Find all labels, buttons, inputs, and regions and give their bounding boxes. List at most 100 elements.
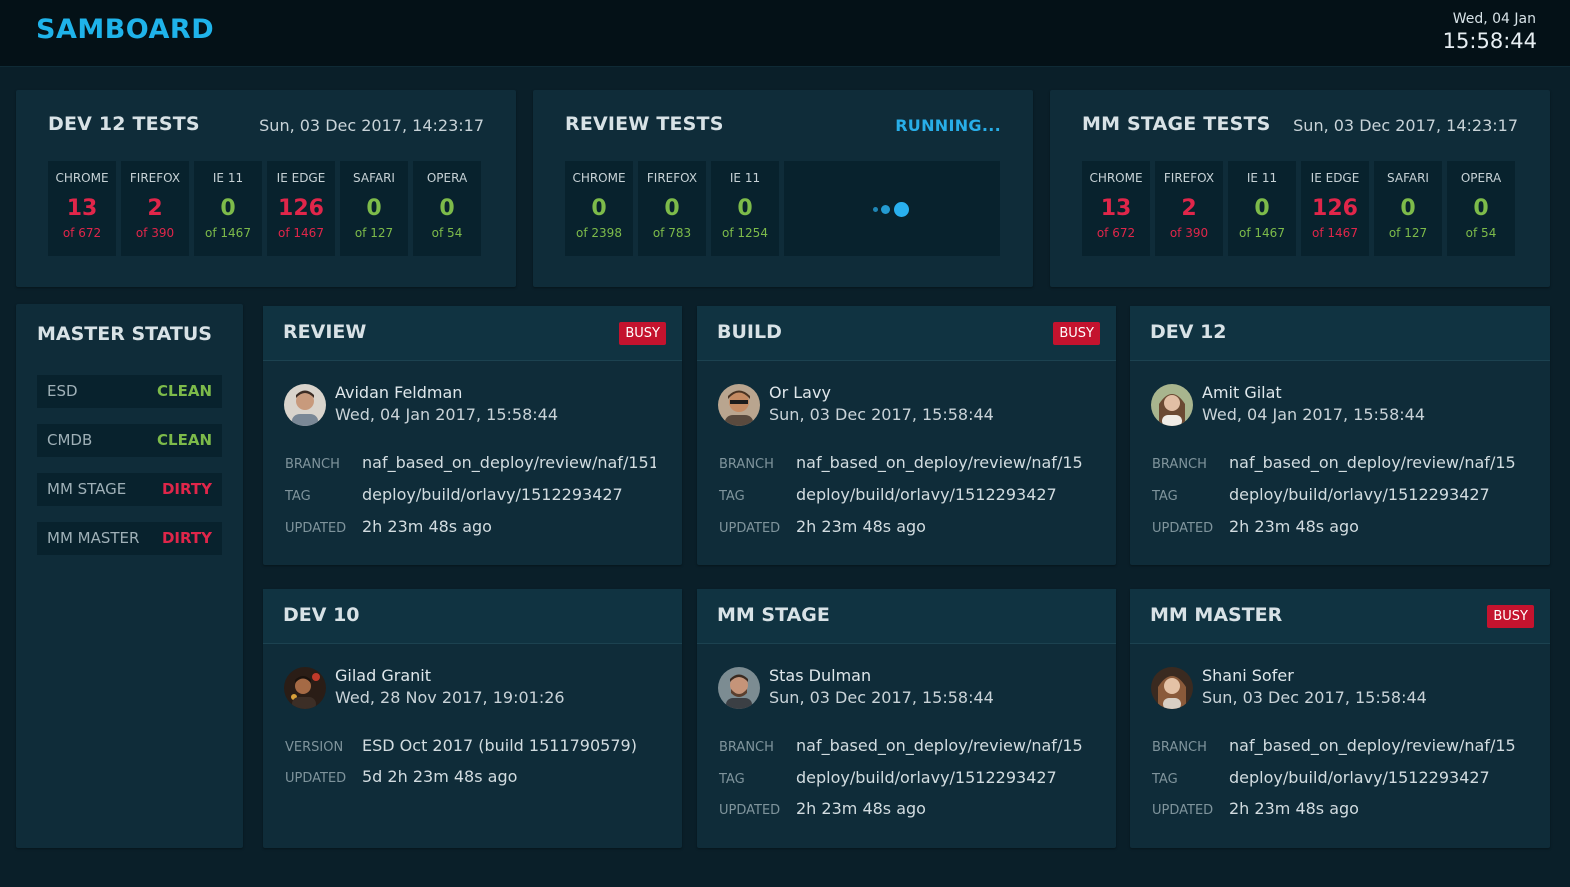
branch-value: naf_based_on_deploy/review/naf/151179057…	[1229, 453, 1517, 472]
tag-value: deploy/build/orlavy/1512293427	[362, 485, 623, 504]
env-card-dev12[interactable]: DEV 12 Amit Gilat Wed, 04 Jan 2017, 15:5…	[1130, 306, 1550, 565]
card-header: DEV 10	[263, 589, 682, 644]
browser-tile-ie11[interactable]: IE 11 0 of 1467	[1228, 161, 1296, 256]
row-key: BRANCH	[285, 457, 340, 472]
browser-name: CHROME	[55, 171, 109, 185]
browser-tile-opera[interactable]: OPERA 0 of 54	[1447, 161, 1515, 256]
total-count: of 54	[1465, 226, 1497, 240]
browser-tile-ie11[interactable]: IE 11 0 of 1254	[711, 161, 779, 256]
browser-name: SAFARI	[1387, 171, 1429, 185]
card-title: MM STAGE	[717, 604, 830, 626]
row-key: UPDATED	[285, 521, 347, 536]
total-count: of 127	[354, 226, 394, 240]
updated-value: 2h 23m 48s ago	[1229, 799, 1359, 818]
panel-title: DEV 12 TESTS	[48, 113, 200, 135]
env-card-mm-stage[interactable]: MM STAGE Stas Dulman Sun, 03 Dec 2017, 1…	[697, 589, 1116, 848]
total-count: of 672	[62, 226, 102, 240]
browser-tile-chrome[interactable]: CHROME 0 of 2398	[565, 161, 633, 256]
row-key: UPDATED	[719, 803, 781, 818]
panel-title: MM STAGE TESTS	[1082, 113, 1271, 135]
master-status-clean: CLEAN	[157, 382, 212, 400]
avatar	[284, 384, 326, 426]
browser-tiles: CHROME 13 of 672 FIREFOX 2 of 390 IE 11 0 of 1…	[1082, 161, 1515, 256]
master-status-dirty: DIRTY	[161, 480, 212, 498]
browser-tile-safari[interactable]: SAFARI 0 of 127	[1374, 161, 1442, 256]
browser-tile-firefox[interactable]: FIREFOX 2 of 390	[1155, 161, 1223, 256]
loading-spinner	[784, 161, 1000, 256]
browser-tile-firefox[interactable]: FIREFOX 0 of 783	[638, 161, 706, 256]
browser-tiles: CHROME 13 of 672 FIREFOX 2 of 390 IE 11 0 of 1…	[48, 161, 481, 256]
user-name: Stas Dulman	[769, 666, 872, 685]
busy-badge: BUSY	[1487, 605, 1534, 628]
row-key: TAG	[1152, 772, 1178, 787]
master-status-row[interactable]: MM STAGE DIRTY	[37, 473, 222, 506]
test-panel-mm-stage[interactable]: MM STAGE TESTS Sun, 03 Dec 2017, 14:23:1…	[1050, 90, 1550, 287]
failed-count: 0	[1473, 196, 1489, 221]
updated-value: 2h 23m 48s ago	[1229, 517, 1359, 536]
spinner-dot-icon	[873, 207, 878, 212]
tag-value: deploy/build/orlavy/1512293427	[1229, 485, 1490, 504]
env-card-mm-master[interactable]: MM MASTER BUSY Shani Sofer Sun, 03 Dec 2…	[1130, 589, 1550, 848]
failed-count: 126	[1312, 196, 1358, 221]
test-panel-dev12[interactable]: DEV 12 TESTS Sun, 03 Dec 2017, 14:23:17 …	[16, 90, 516, 287]
row-key: TAG	[719, 489, 745, 504]
browser-tile-opera[interactable]: OPERA 0 of 54	[413, 161, 481, 256]
deploy-time: Sun, 03 Dec 2017, 15:58:44	[769, 405, 994, 424]
master-status-clean: CLEAN	[157, 431, 212, 449]
total-count: of 127	[1388, 226, 1428, 240]
total-count: of 1467	[1312, 226, 1358, 240]
master-status-title: MASTER STATUS	[37, 323, 212, 345]
branch-value: naf_based_on_deploy/review/naf/151179057…	[362, 453, 656, 472]
user-name: Shani Sofer	[1202, 666, 1294, 685]
env-card-dev10[interactable]: DEV 10 Gilad Granit Wed, 28 Nov 2017, 19…	[263, 589, 682, 848]
master-status-row[interactable]: MM MASTER DIRTY	[37, 522, 222, 555]
browser-tiles: CHROME 0 of 2398 FIREFOX 0 of 783 IE 11 0 of 1…	[565, 161, 1000, 256]
user-name: Amit Gilat	[1202, 383, 1282, 402]
card-header: BUILD BUSY	[697, 306, 1116, 361]
master-status-row[interactable]: ESD CLEAN	[37, 375, 222, 408]
tag-value: deploy/build/orlavy/1512293427	[796, 485, 1057, 504]
browser-tile-ie-edge[interactable]: IE EDGE 126 of 1467	[267, 161, 335, 256]
master-status-row[interactable]: CMDB CLEAN	[37, 424, 222, 457]
deploy-time: Sun, 03 Dec 2017, 15:58:44	[1202, 688, 1427, 707]
browser-tile-safari[interactable]: SAFARI 0 of 127	[340, 161, 408, 256]
env-card-build[interactable]: BUILD BUSY Or Lavy Sun, 03 Dec 2017, 15:…	[697, 306, 1116, 565]
browser-tile-firefox[interactable]: FIREFOX 2 of 390	[121, 161, 189, 256]
browser-name: IE 11	[1246, 171, 1278, 185]
user-name: Gilad Granit	[335, 666, 431, 685]
total-count: of 2398	[576, 226, 622, 240]
failed-count: 2	[147, 196, 163, 221]
browser-tile-chrome[interactable]: CHROME 13 of 672	[1082, 161, 1150, 256]
env-card-review[interactable]: REVIEW BUSY Avidan Feldman Wed, 04 Jan 2…	[263, 306, 682, 565]
total-count: of 1467	[205, 226, 251, 240]
deploy-time: Wed, 28 Nov 2017, 19:01:26	[335, 688, 565, 707]
failed-count: 13	[1100, 196, 1132, 221]
row-key: UPDATED	[719, 521, 781, 536]
browser-name: IE 11	[212, 171, 244, 185]
master-status-panel: MASTER STATUS ESD CLEAN CMDB CLEAN MM STAG…	[16, 304, 243, 848]
panel-timestamp: Sun, 03 Dec 2017, 14:23:17	[259, 116, 484, 135]
row-key: VERSION	[285, 740, 344, 755]
row-key: BRANCH	[1152, 457, 1207, 472]
card-title: DEV 12	[1150, 321, 1227, 343]
card-title: DEV 10	[283, 604, 360, 626]
row-key: BRANCH	[1152, 740, 1207, 755]
test-panel-review[interactable]: REVIEW TESTS RUNNING... CHROME 0 of 2398 F…	[533, 90, 1033, 287]
avatar	[1151, 667, 1193, 709]
deploy-time: Sun, 03 Dec 2017, 15:58:44	[769, 688, 994, 707]
browser-tile-ie-edge[interactable]: IE EDGE 126 of 1467	[1301, 161, 1369, 256]
browser-name: IE EDGE	[1310, 171, 1360, 185]
card-title: BUILD	[717, 321, 782, 343]
browser-name: OPERA	[1460, 171, 1502, 185]
running-status: RUNNING...	[895, 116, 1001, 135]
row-key: TAG	[285, 489, 311, 504]
card-title: REVIEW	[283, 321, 367, 343]
master-name: MM MASTER	[47, 529, 140, 547]
row-key: UPDATED	[1152, 803, 1214, 818]
browser-tile-ie11[interactable]: IE 11 0 of 1467	[194, 161, 262, 256]
panel-timestamp: Sun, 03 Dec 2017, 14:23:17	[1293, 116, 1518, 135]
browser-tile-chrome[interactable]: CHROME 13 of 672	[48, 161, 116, 256]
row-key: TAG	[1152, 489, 1178, 504]
spinner-dot-icon	[894, 202, 909, 217]
failed-count: 2	[1181, 196, 1197, 221]
